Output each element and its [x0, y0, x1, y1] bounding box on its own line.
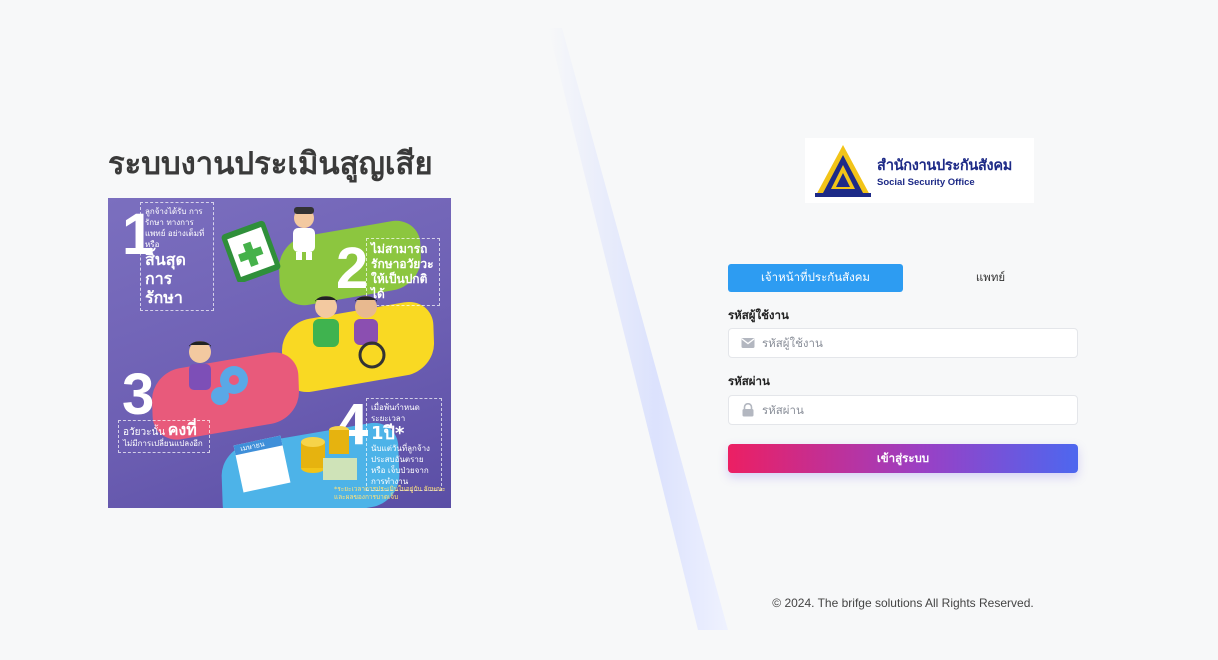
password-input[interactable] — [762, 403, 1062, 417]
step-4-sub: นับแต่วันที่ลูกจ้าง ประสบอันตรายหรือ เจ็… — [371, 444, 430, 486]
infographic-image: 1 ลูกจ้างได้รับ การรักษา ทางการแพทย์ อย่… — [108, 198, 451, 508]
tab-doctor[interactable]: แพทย์ — [903, 264, 1078, 292]
doctor-figure-icon — [293, 207, 315, 260]
sso-logo-text: สำนักงานประกันสังคม Social Security Offi… — [877, 154, 1012, 188]
step-3-number: 3 — [122, 362, 155, 427]
calendar-icon: เมษายน — [233, 435, 291, 493]
password-field-wrapper — [728, 395, 1078, 425]
step-2-number: 2 — [336, 236, 369, 301]
step-4-description: เมื่อพ้นกำหนดระยะเวลา — [371, 403, 420, 423]
calendar-month-label: เมษายน — [239, 440, 266, 454]
step-3-text: อวัยวะนั้น คงที่ ไม่มีการเปลี่ยนแปลงอีก — [118, 420, 210, 453]
password-label: รหัสผ่าน — [728, 374, 770, 388]
step-3-highlight: คงที่ — [167, 420, 197, 439]
username-input[interactable] — [762, 336, 1062, 350]
page-title: ระบบงานประเมินสูญเสีย — [108, 146, 433, 182]
lock-icon — [742, 403, 754, 417]
step-4-text: เมื่อพ้นกำหนดระยะเวลา 1ปี* นับแต่วันที่ล… — [366, 398, 442, 491]
step-1-highlight: สิ้นสุด การรักษา — [145, 250, 186, 307]
login-page: ระบบงานประเมินสูญเสีย 1 ลูกจ้างได้รับ กา… — [0, 0, 1218, 660]
decorative-divider — [548, 28, 728, 630]
step-4-highlight: 1ปี* — [371, 423, 405, 444]
login-button[interactable]: เข้าสู่ระบบ — [728, 444, 1078, 473]
username-label: รหัสผู้ใช้งาน — [728, 308, 789, 322]
sso-english-name: Social Security Office — [877, 176, 975, 188]
step-1-description: ลูกจ้างได้รับ การรักษา ทางการแพทย์ อย่าง… — [145, 207, 205, 249]
role-tabs: เจ้าหน้าที่ประกันสังคม แพทย์ — [728, 264, 1078, 292]
infographic-footnote: *ระยะเวลาการประเมินในอยู่กับ ลักษณะและผล… — [334, 485, 446, 501]
sso-thai-name: สำนักงานประกันสังคม — [877, 157, 1012, 174]
step-3-sub: ไม่มีการเปลี่ยนแปลงอีก — [123, 439, 203, 448]
username-field-wrapper — [728, 328, 1078, 358]
copyright-footer: © 2024. The brifge solutions All Rights … — [772, 596, 1034, 610]
sso-emblem-icon — [815, 144, 871, 197]
envelope-icon — [741, 338, 755, 348]
clipboard-icon — [221, 220, 281, 282]
step-1-text: ลูกจ้างได้รับ การรักษา ทางการแพทย์ อย่าง… — [140, 202, 214, 311]
step-3-description: อวัยวะนั้น — [123, 427, 166, 438]
gears-figure-icon — [189, 341, 248, 405]
coins-icon — [301, 426, 357, 480]
patients-figure-icon — [313, 296, 386, 369]
sso-logo: สำนักงานประกันสังคม Social Security Offi… — [805, 138, 1034, 203]
tab-sso-staff[interactable]: เจ้าหน้าที่ประกันสังคม — [728, 264, 903, 292]
